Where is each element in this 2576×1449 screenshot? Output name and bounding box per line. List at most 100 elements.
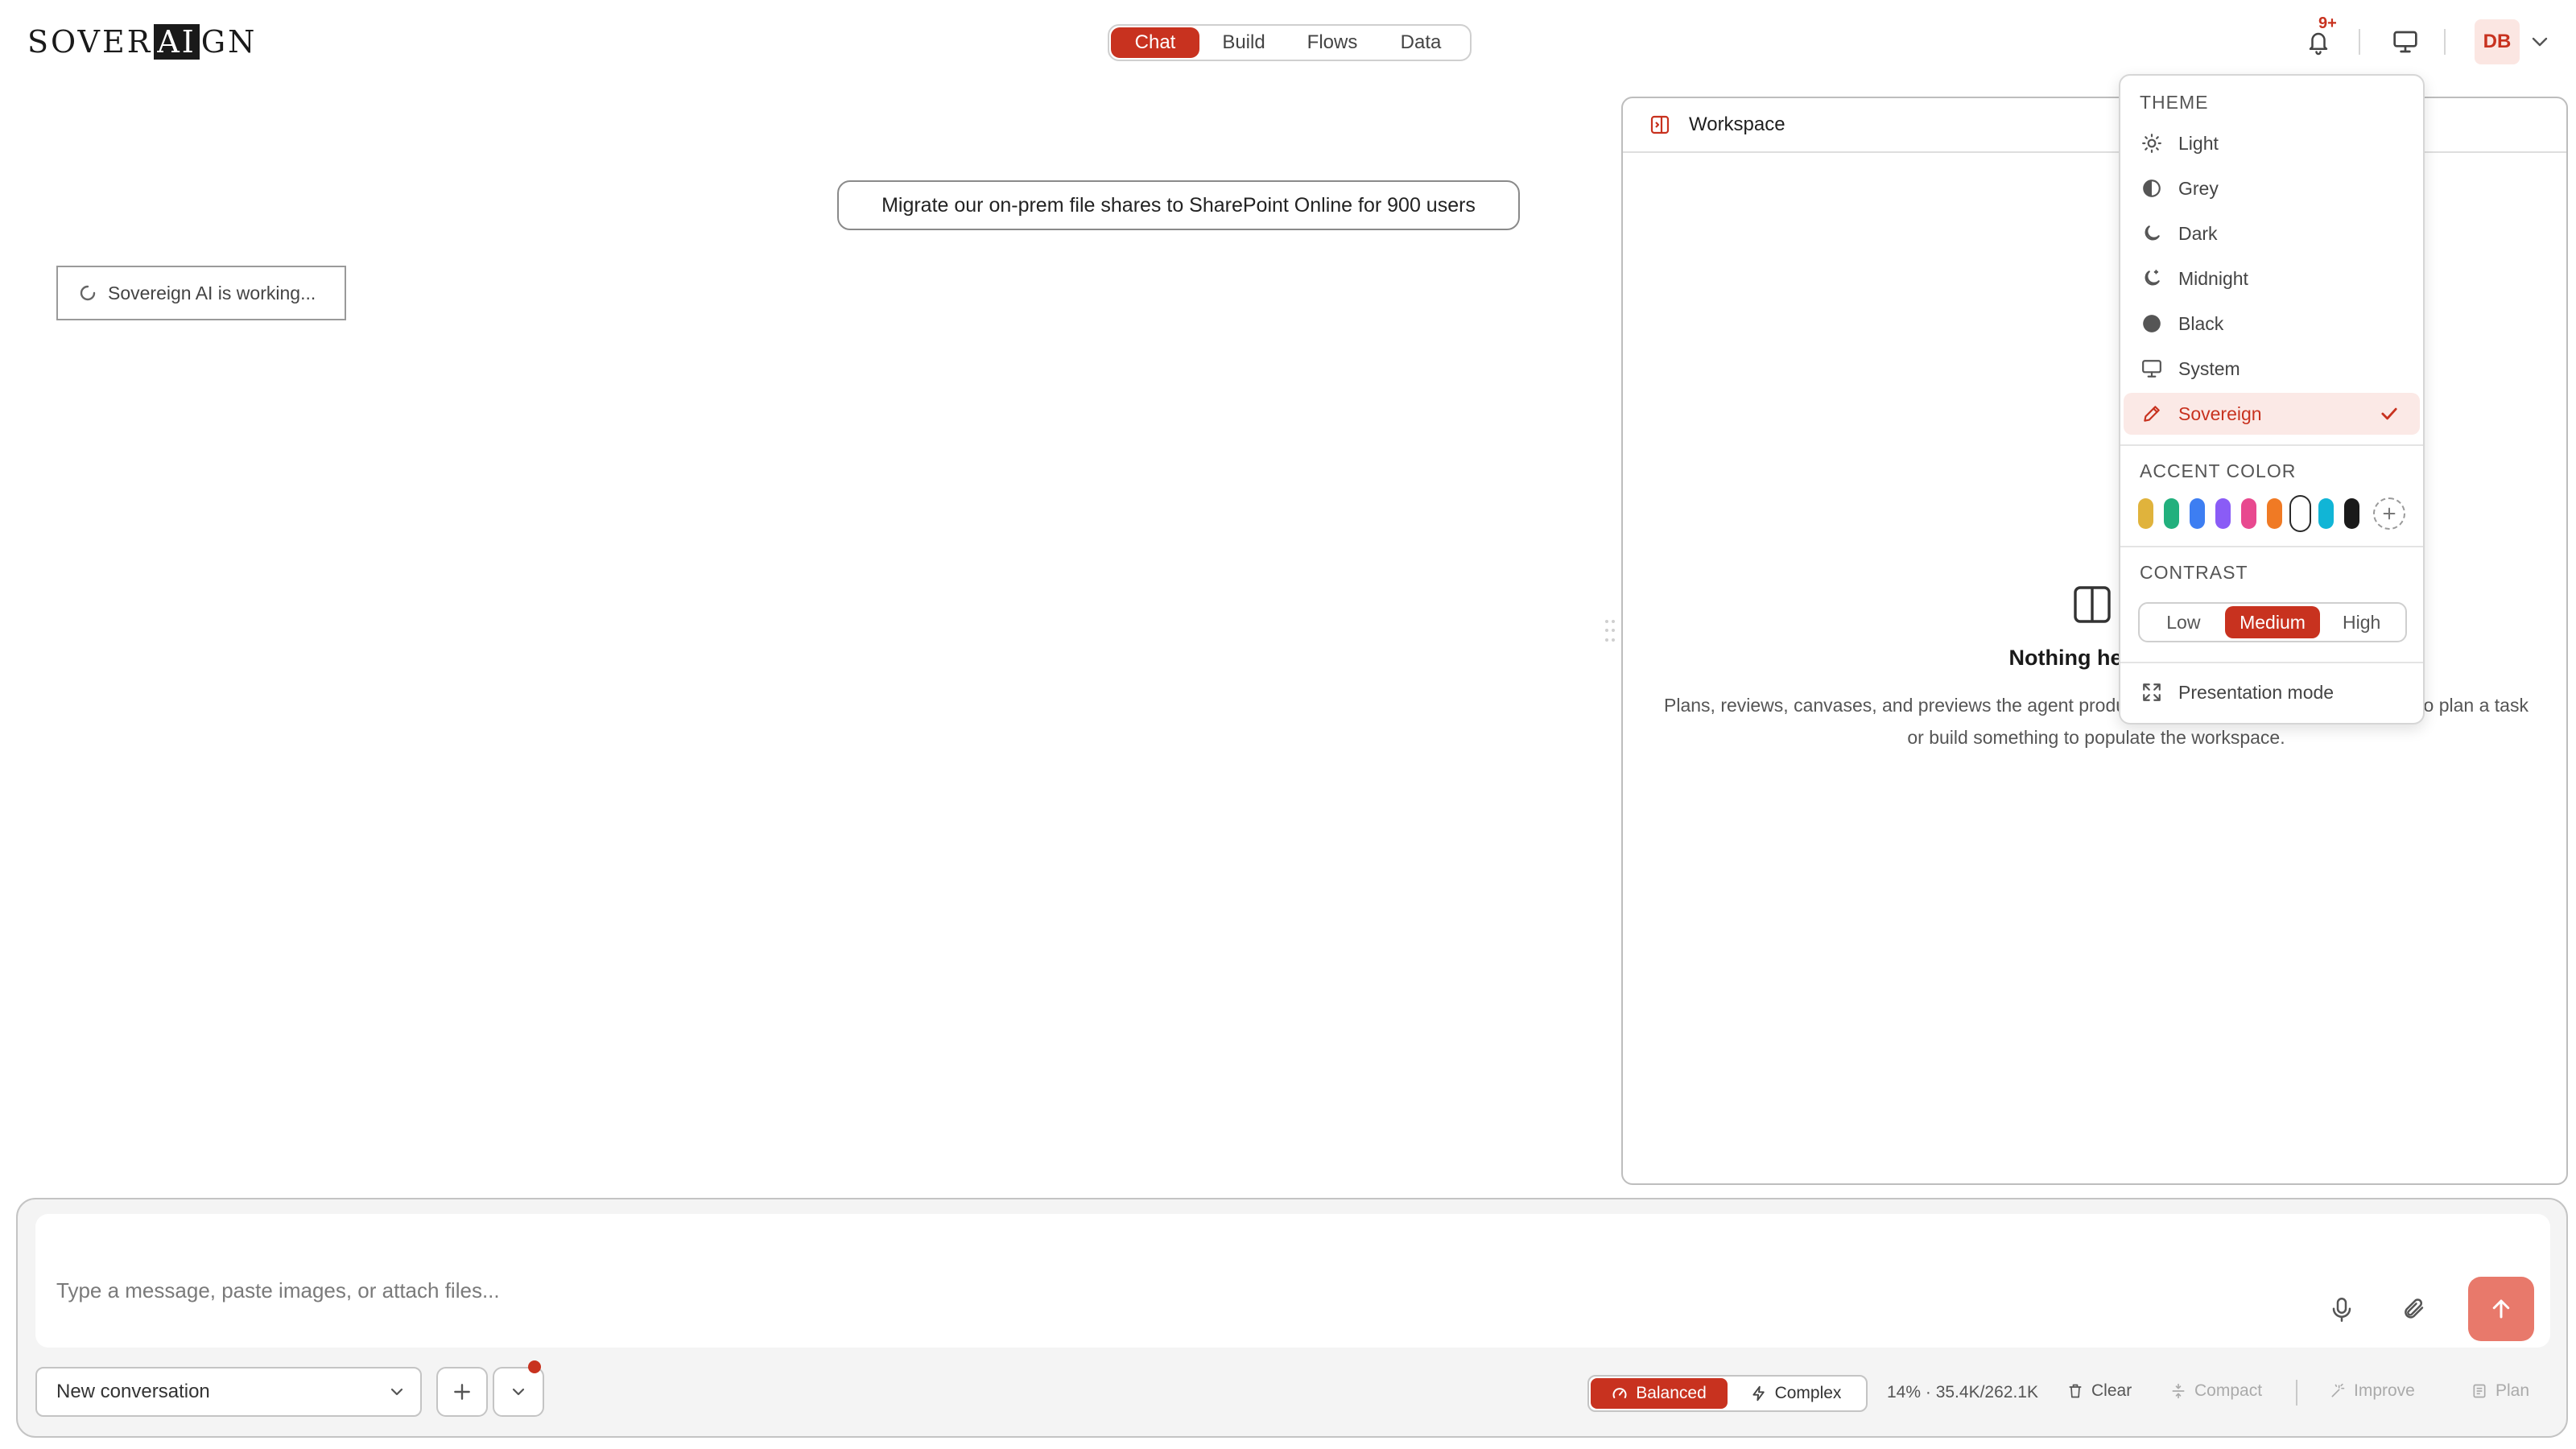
contrast-low[interactable]: Low [2142, 606, 2225, 638]
half-circle-icon [2143, 180, 2161, 197]
accent-swatch[interactable] [2241, 498, 2256, 529]
reasoning-mode-toggle: Balanced Complex [1587, 1375, 1868, 1412]
accent-swatch[interactable] [2293, 498, 2308, 529]
presentation-mode-option[interactable]: Presentation mode [2124, 671, 2420, 713]
toolbar-divider [2296, 1380, 2297, 1406]
expand-icon [2143, 683, 2161, 701]
monitor-icon [2142, 360, 2161, 378]
menu-divider [2120, 444, 2423, 446]
workspace-empty-title: Nothing here yet [2008, 646, 2181, 670]
trash-icon [2069, 1384, 2082, 1398]
more-options-button[interactable] [493, 1367, 544, 1417]
theme-option-system[interactable]: System [2124, 348, 2420, 390]
logo-text-start: SOVER [27, 24, 153, 60]
accent-swatch[interactable] [2190, 498, 2205, 529]
workspace-title: Workspace [1689, 114, 1785, 135]
improve-button[interactable]: Improve [2330, 1381, 2415, 1401]
theme-option-label: Dark [2178, 222, 2218, 244]
filled-circle-icon [2143, 315, 2161, 332]
clear-button[interactable]: Clear [2067, 1381, 2132, 1401]
mode-balanced[interactable]: Balanced [1591, 1378, 1728, 1409]
monitor-icon[interactable] [2388, 26, 2423, 58]
conversation-select-value: New conversation [56, 1381, 210, 1402]
chevron-down-icon [512, 1388, 525, 1396]
document-icon [2473, 1384, 2486, 1398]
main-nav-tabs: Chat Build Flows Data [1108, 24, 1472, 61]
theme-option-grey[interactable]: Grey [2124, 167, 2420, 209]
theme-option-sovereign[interactable]: Sovereign [2124, 393, 2420, 435]
conversation-select[interactable]: New conversation [35, 1367, 422, 1417]
accent-swatch[interactable] [2138, 498, 2153, 529]
compact-button[interactable]: Compact [2170, 1381, 2262, 1401]
send-button[interactable] [2468, 1277, 2534, 1341]
mode-balanced-label: Balanced [1636, 1384, 1707, 1402]
theme-option-black[interactable]: Black [2124, 303, 2420, 345]
contrast-high[interactable]: High [2320, 606, 2403, 638]
presentation-mode-label: Presentation mode [2178, 681, 2334, 703]
app-logo[interactable]: SOVER AI GN [27, 23, 257, 61]
plan-label: Plan [2496, 1381, 2530, 1400]
theme-option-dark[interactable]: Dark [2124, 213, 2420, 254]
header-divider [2444, 29, 2446, 55]
message-input[interactable] [35, 1214, 2550, 1348]
microphone-icon[interactable] [2330, 1296, 2354, 1327]
message-composer: New conversation Balanced Complex 14% · … [16, 1198, 2568, 1438]
moon-icon [2145, 225, 2160, 241]
paperclip-icon[interactable] [2402, 1296, 2426, 1327]
notification-dot [528, 1360, 541, 1373]
chevron-down-icon [390, 1388, 403, 1396]
mode-complex[interactable]: Complex [1728, 1378, 1864, 1409]
theme-option-label: Black [2178, 312, 2224, 334]
context-usage: 14% · 35.4K/262.1K [1887, 1383, 2038, 1402]
theme-heading: THEME [2140, 92, 2209, 113]
theme-option-label: Midnight [2178, 267, 2248, 289]
user-avatar[interactable]: DB [2475, 19, 2520, 64]
chevron-down-icon[interactable] [2528, 29, 2552, 55]
accent-swatch[interactable] [2215, 498, 2231, 529]
arrow-up-icon [2492, 1299, 2510, 1319]
gauge-icon [1612, 1388, 1627, 1398]
tab-chat[interactable]: Chat [1111, 27, 1199, 58]
logo-text-end: GN [200, 24, 258, 60]
theme-option-label: Sovereign [2178, 402, 2262, 424]
clear-label: Clear [2091, 1381, 2132, 1400]
contrast-medium[interactable]: Medium [2224, 606, 2321, 638]
accent-swatch[interactable] [2344, 498, 2359, 529]
tab-data[interactable]: Data [1377, 27, 1465, 58]
sparkle-icon [2331, 1383, 2345, 1397]
logo-text-ai: AI [154, 24, 200, 60]
menu-divider [2120, 662, 2423, 663]
improve-label: Improve [2354, 1381, 2415, 1400]
compact-icon [2172, 1383, 2185, 1399]
theme-option-label: Grey [2178, 177, 2219, 199]
accent-swatch[interactable] [2318, 498, 2334, 529]
accent-swatch[interactable] [2267, 498, 2282, 529]
theme-menu: THEME Light Grey Dark Midnight Black Sys… [2119, 74, 2425, 724]
theme-option-label: System [2178, 357, 2240, 379]
plan-button[interactable]: Plan [2471, 1381, 2529, 1401]
theme-option-midnight[interactable]: Midnight [2124, 258, 2420, 299]
accent-color-swatches [2138, 497, 2405, 530]
moon-stars-icon [2145, 270, 2160, 286]
header-divider [2359, 29, 2360, 55]
agent-status-indicator: Sovereign AI is working... [56, 266, 346, 320]
spinner-icon [80, 285, 96, 301]
plus-icon [2383, 507, 2396, 520]
menu-divider [2120, 546, 2423, 547]
sun-icon [2142, 134, 2161, 153]
pen-icon [2144, 406, 2160, 422]
panel-resize-handle[interactable] [1605, 620, 1616, 644]
panel-toggle-icon[interactable] [1650, 115, 1670, 134]
tab-flows[interactable]: Flows [1288, 27, 1377, 58]
lightning-icon [1752, 1385, 1765, 1402]
mode-complex-label: Complex [1774, 1384, 1842, 1402]
contrast-segmented-control: Low Medium High [2138, 602, 2407, 642]
accent-color-heading: ACCENT COLOR [2140, 460, 2297, 481]
notification-badge: 9+ [2318, 14, 2337, 32]
add-accent-color-button[interactable] [2373, 497, 2405, 530]
theme-option-light[interactable]: Light [2124, 122, 2420, 164]
new-conversation-button[interactable] [436, 1367, 488, 1417]
workspace-header: Workspace [1623, 98, 2566, 153]
accent-swatch[interactable] [2164, 498, 2179, 529]
tab-build[interactable]: Build [1199, 27, 1288, 58]
